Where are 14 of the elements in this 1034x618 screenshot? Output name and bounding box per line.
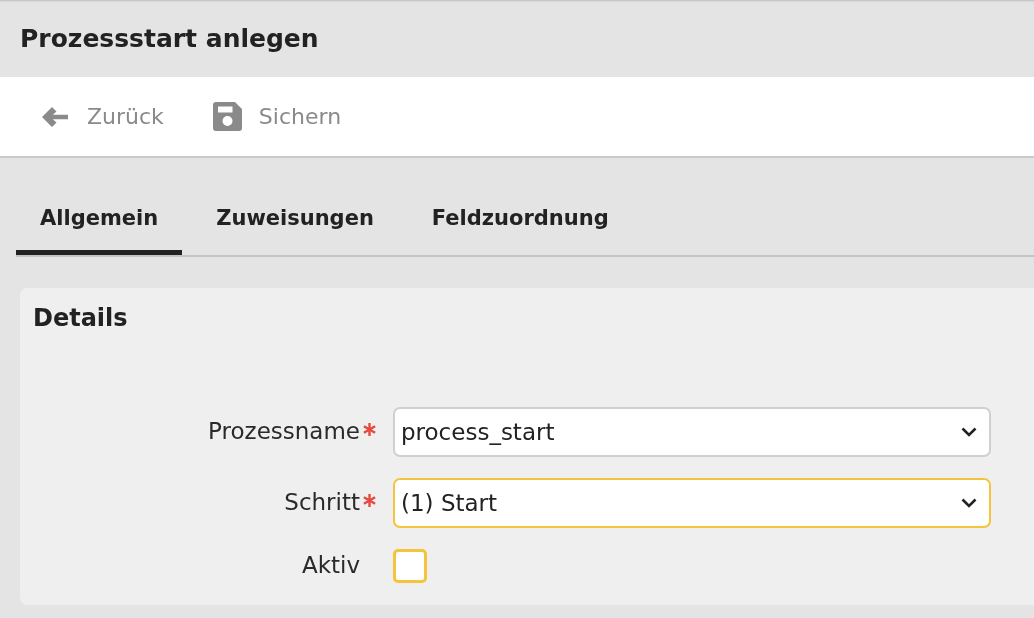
dropdown-field[interactable]: process_start xyxy=(393,407,991,457)
arrow-left-icon xyxy=(42,105,68,128)
dropdown-field[interactable]: (1) Start xyxy=(393,478,991,528)
field-label: Schritt xyxy=(284,489,360,517)
checkbox[interactable] xyxy=(393,549,427,583)
tab[interactable]: Feldzuordnung xyxy=(407,189,633,255)
chevron-down-icon xyxy=(961,498,977,508)
chevron-down-icon xyxy=(961,427,977,437)
tab[interactable]: Zuweisungen xyxy=(192,189,398,255)
section-heading: Details xyxy=(33,303,128,334)
page-title: Prozessstart anlegen xyxy=(20,23,319,54)
field-label: Aktiv xyxy=(301,552,360,580)
field-label: Prozessname xyxy=(208,418,360,446)
tab[interactable]: Allgemein xyxy=(16,189,183,255)
